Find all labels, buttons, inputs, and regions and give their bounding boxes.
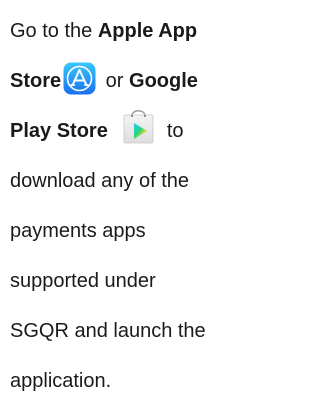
instruction-line-1: Go to the Apple App [10,6,292,56]
instruction-paragraph: Go to the Apple App Store or Google Play… [10,0,292,406]
text-store: Store [10,70,62,92]
instruction-line-5: payments apps [10,220,146,242]
instruction-line-8: application. [10,370,112,392]
text-to: to [166,120,184,142]
text-apple-app: Apple App [97,20,198,42]
text-or: or [100,70,130,92]
app-store-icon [63,62,96,95]
instruction-line-2: Store or Google [10,56,292,106]
google-play-store-icon [122,107,155,144]
instruction-line-6: supported under [10,270,156,292]
text-play-store: Play Store [10,120,108,142]
instruction-line-3: Play Store to [10,106,292,156]
text-google: Google [129,70,198,92]
instruction-line-7: SGQR and launch the [10,320,206,342]
instruction-line-4: download any of the [10,170,190,192]
text-go-to-the: Go to the [10,20,98,42]
